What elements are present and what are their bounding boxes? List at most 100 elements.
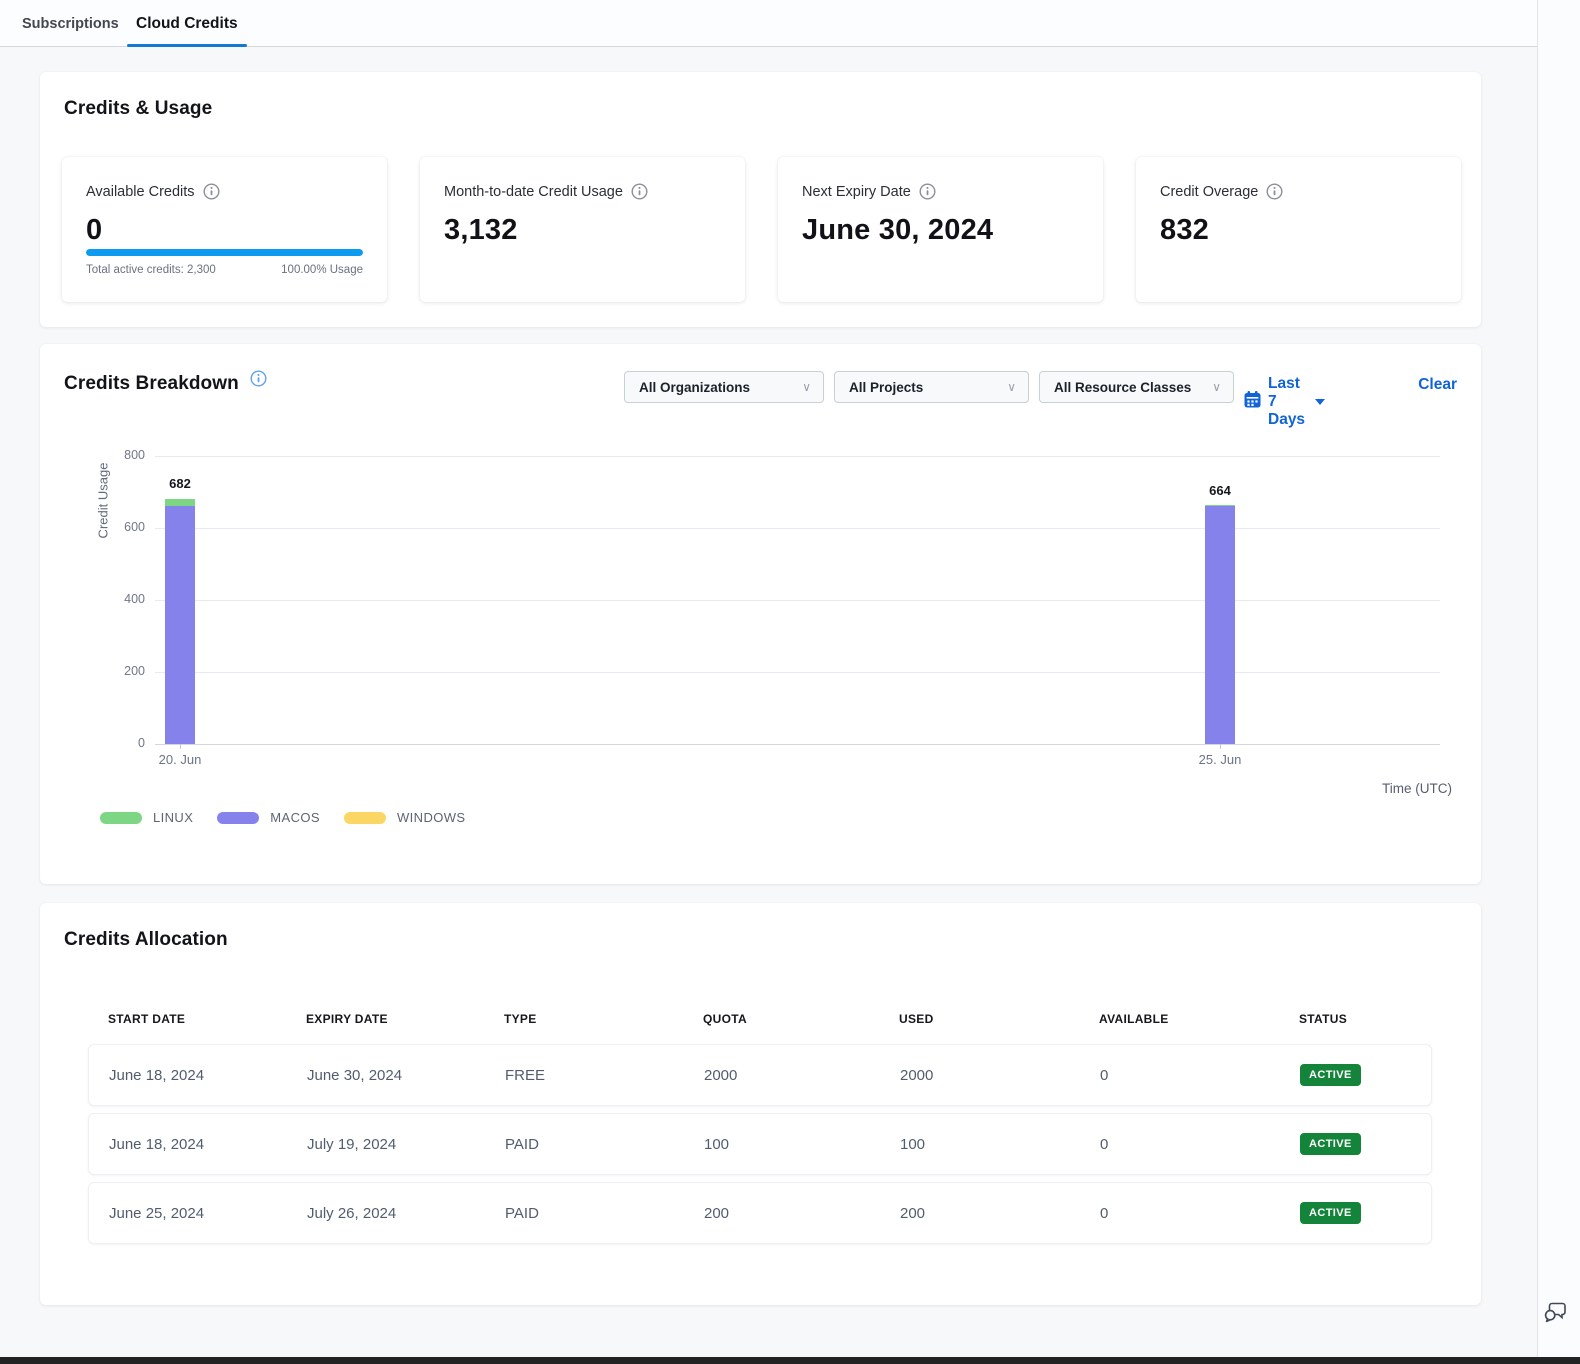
tab-bar: Subscriptions Cloud Credits [0, 0, 1537, 47]
projects-select[interactable]: All Projects ∨ [834, 371, 1029, 403]
chart-bar-segment-macos [165, 506, 195, 744]
total-active-credits: Total active credits: 2,300 [86, 264, 216, 276]
cell-start-date: June 18, 2024 [109, 1067, 307, 1084]
usage-percent: 100.00% Usage [281, 264, 363, 276]
chart-gridline [155, 600, 1440, 601]
allocation-column-header: START DATE [108, 1012, 306, 1026]
cell-available: 0 [1100, 1067, 1300, 1084]
usage-card-label-row: Credit Overage [1160, 183, 1437, 200]
info-icon[interactable] [250, 370, 267, 387]
usage-card-label-row: Next Expiry Date [802, 183, 1079, 200]
chart-bar-segment-macos [1205, 506, 1235, 744]
usage-card: Next Expiry DateJune 30, 2024 [778, 157, 1103, 302]
cell-status: ACTIVE [1300, 1064, 1431, 1086]
chart-y-tick-label: 400 [100, 592, 145, 606]
cell-type: FREE [505, 1067, 704, 1084]
allocation-column-header: TYPE [504, 1012, 703, 1026]
credit-usage-chart: 020040060080068220. Jun66425. Jun [155, 456, 1440, 744]
chart-gridline [155, 672, 1440, 673]
cell-type: PAID [505, 1205, 704, 1222]
usage-card-label: Month-to-date Credit Usage [444, 184, 623, 200]
info-icon[interactable] [203, 183, 220, 200]
caret-down-icon [1315, 399, 1325, 405]
allocation-column-header: AVAILABLE [1099, 1012, 1299, 1026]
credits-allocation-panel: Credits Allocation START DATEEXPIRY DATE… [40, 903, 1481, 1305]
date-range-picker[interactable]: Last 7 Days [1244, 375, 1325, 429]
legend-swatch [217, 812, 259, 824]
legend-item-windows[interactable]: WINDOWS [344, 810, 466, 825]
credits-progress-bar [86, 249, 363, 256]
usage-card-label: Next Expiry Date [802, 184, 911, 200]
organizations-select[interactable]: All Organizations ∨ [624, 371, 824, 403]
credits-breakdown-panel: Credits Breakdown All Organizations ∨ Al… [40, 344, 1481, 884]
credits-breakdown-title: Credits Breakdown [64, 370, 267, 395]
chart-gridline [155, 744, 1440, 745]
tab-subscriptions[interactable]: Subscriptions [22, 0, 119, 47]
chart-legend: LINUX MACOS WINDOWS [100, 810, 465, 825]
table-row: June 18, 2024June 30, 2024FREE200020000A… [88, 1044, 1432, 1106]
cell-status: ACTIVE [1300, 1202, 1431, 1224]
legend-item-linux[interactable]: LINUX [100, 810, 193, 825]
active-tab-underline [127, 44, 247, 47]
status-badge: ACTIVE [1300, 1064, 1361, 1086]
chevron-down-icon: ∨ [1212, 380, 1221, 394]
cell-available: 0 [1100, 1205, 1300, 1222]
cell-start-date: June 18, 2024 [109, 1136, 307, 1153]
cell-quota: 100 [704, 1136, 900, 1153]
legend-label: WINDOWS [397, 810, 466, 825]
info-icon[interactable] [631, 183, 648, 200]
usage-card-label-row: Available Credits [86, 183, 363, 200]
usage-card: Month-to-date Credit Usage 3,132 [420, 157, 745, 302]
credits-usage-panel: Credits & Usage Available Credits0Total … [40, 72, 1481, 327]
info-icon[interactable] [919, 183, 936, 200]
legend-swatch [344, 812, 386, 824]
credits-allocation-title: Credits Allocation [64, 929, 228, 951]
cell-expiry-date: July 19, 2024 [307, 1136, 505, 1153]
cell-used: 100 [900, 1136, 1100, 1153]
chart-y-tick-label: 0 [100, 736, 145, 750]
usage-card: Credit Overage832 [1136, 157, 1461, 302]
allocation-column-header: USED [899, 1012, 1099, 1026]
cell-available: 0 [1100, 1136, 1300, 1153]
feedback-chat-icon[interactable] [1543, 1299, 1569, 1328]
resource-classes-select[interactable]: All Resource Classes ∨ [1039, 371, 1234, 403]
resource-classes-select-value: All Resource Classes [1054, 380, 1191, 395]
credits-usage-title: Credits & Usage [64, 98, 212, 120]
chart-y-tick-label: 600 [100, 520, 145, 534]
chart-bar [1205, 505, 1235, 744]
table-row: June 18, 2024July 19, 2024PAID1001000ACT… [88, 1113, 1432, 1175]
status-badge: ACTIVE [1300, 1133, 1361, 1155]
legend-swatch [100, 812, 142, 824]
date-range-label: Last 7 Days [1268, 375, 1305, 429]
legend-item-macos[interactable]: MACOS [217, 810, 320, 825]
chart-gridline [155, 456, 1440, 457]
cell-status: ACTIVE [1300, 1133, 1431, 1155]
cell-used: 2000 [900, 1067, 1100, 1084]
cell-used: 200 [900, 1205, 1100, 1222]
allocation-table-header: START DATEEXPIRY DATETYPEQUOTAUSEDAVAILA… [108, 1012, 1432, 1026]
chart-x-tick-mark [1220, 744, 1221, 749]
cell-type: PAID [505, 1136, 704, 1153]
usage-card-value: 3,132 [444, 214, 721, 247]
usage-card-footer: Total active credits: 2,300 100.00% Usage [86, 264, 363, 276]
chart-y-tick-label: 200 [100, 664, 145, 678]
projects-select-value: All Projects [849, 380, 923, 395]
usage-cards-row: Available Credits0Total active credits: … [62, 157, 1461, 302]
cell-expiry-date: June 30, 2024 [307, 1067, 505, 1084]
allocation-column-header: EXPIRY DATE [306, 1012, 504, 1026]
right-gutter-divider [1537, 0, 1538, 1357]
chart-x-tick-label: 25. Jun [1185, 752, 1255, 767]
clear-filters-button[interactable]: Clear [1400, 376, 1457, 394]
allocation-table-body: June 18, 2024June 30, 2024FREE200020000A… [88, 1044, 1432, 1244]
info-icon[interactable] [1266, 183, 1283, 200]
chevron-down-icon: ∨ [1007, 380, 1016, 394]
tab-cloud-credits[interactable]: Cloud Credits [136, 0, 238, 47]
chevron-down-icon: ∨ [802, 380, 811, 394]
bottom-bar [0, 1357, 1580, 1364]
chart-y-tick-label: 800 [100, 448, 145, 462]
chart-bar-value-label: 664 [1190, 483, 1250, 498]
calendar-icon [1244, 391, 1261, 413]
usage-card-label-row: Month-to-date Credit Usage [444, 183, 721, 200]
chart-x-tick-mark [180, 744, 181, 749]
credits-progress-fill [86, 249, 363, 256]
